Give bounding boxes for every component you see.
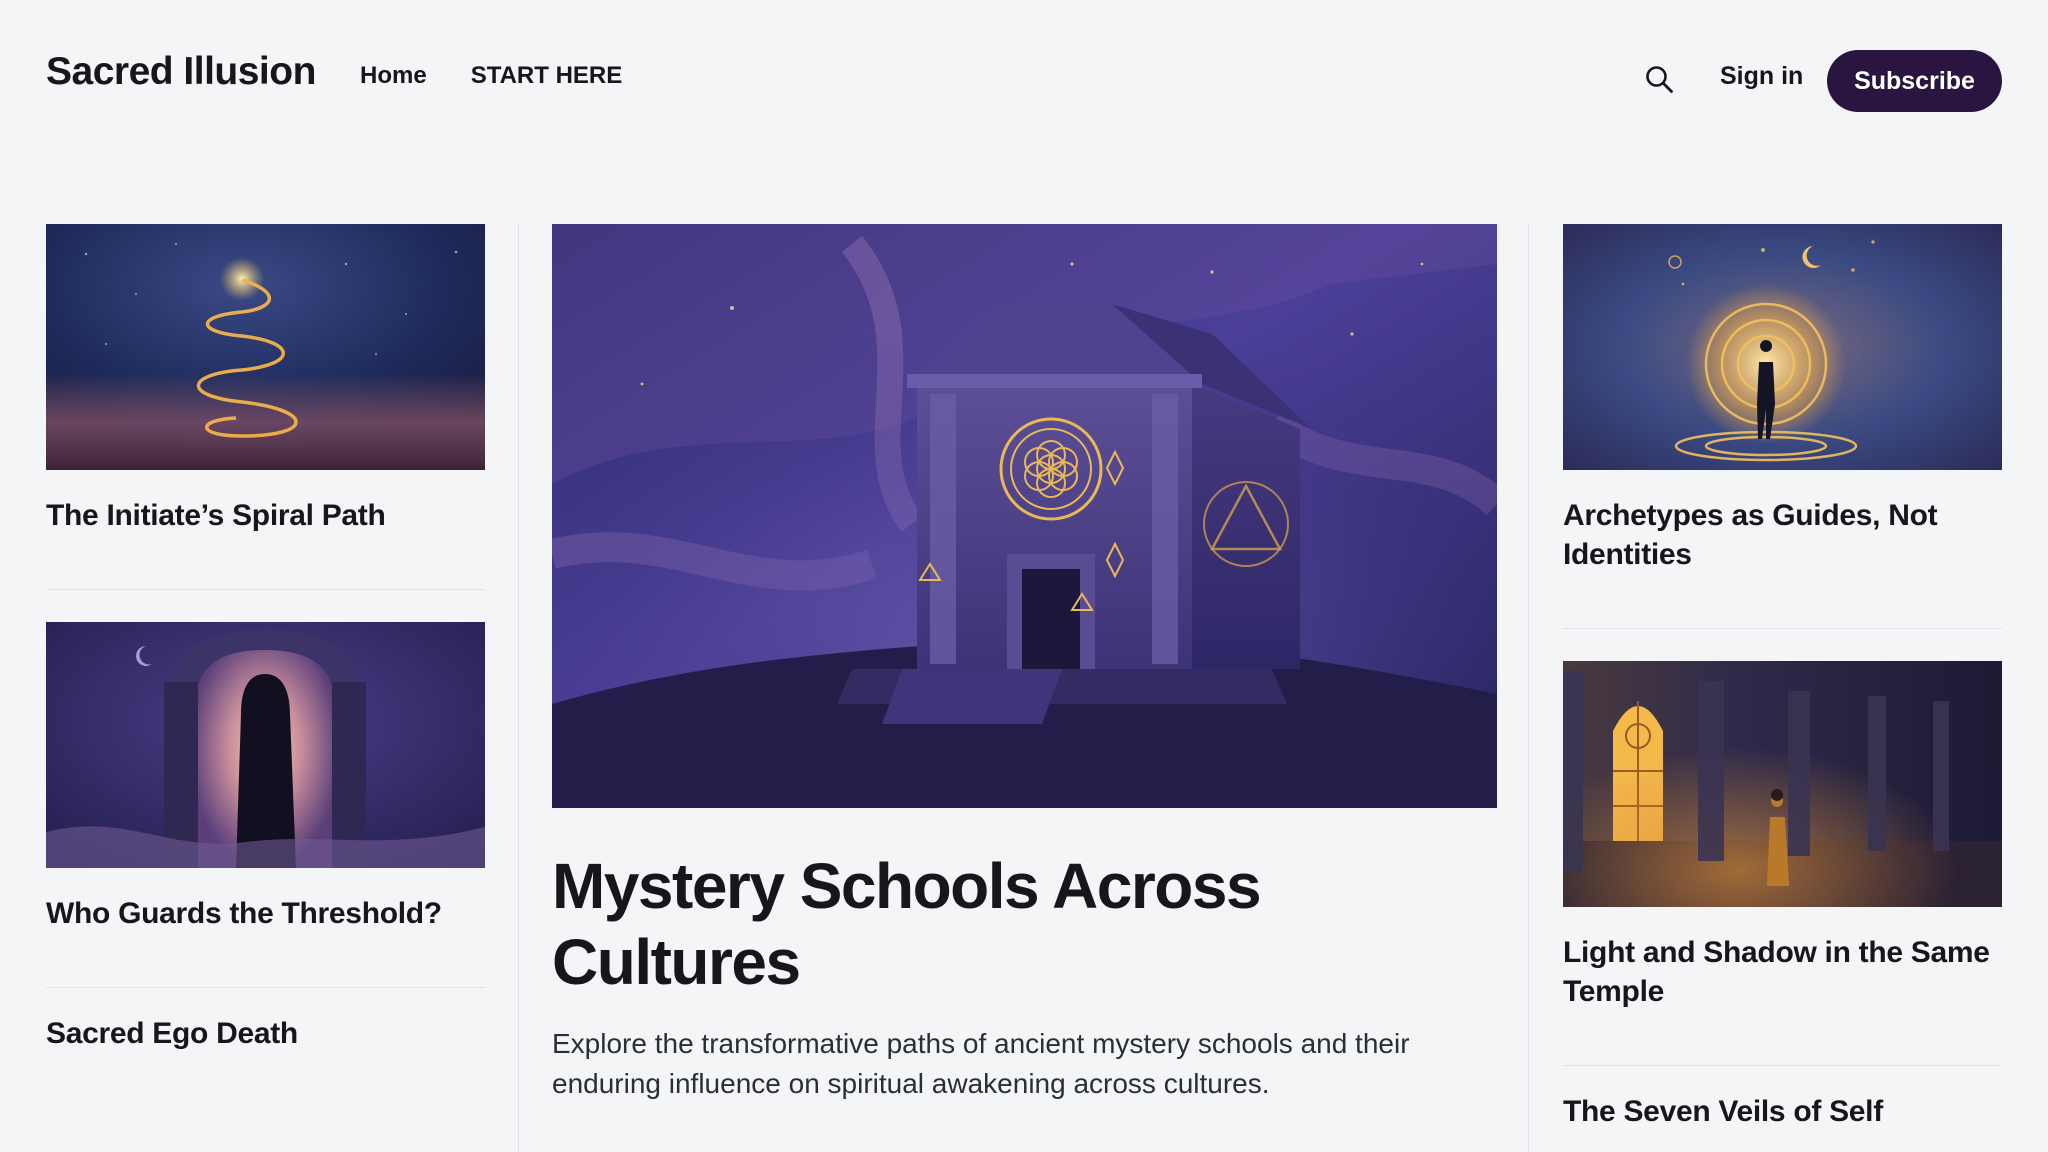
post-separator bbox=[1563, 628, 2002, 629]
post-title[interactable]: Sacred Ego Death bbox=[46, 1014, 485, 1053]
post-image-archetypes[interactable] bbox=[1563, 224, 2002, 470]
column-divider bbox=[1528, 224, 1529, 1152]
right-post-column: Archetypes as Guides, Not Identities Lig… bbox=[1563, 224, 2002, 1131]
post-image-threshold[interactable] bbox=[46, 622, 485, 868]
post-separator bbox=[46, 589, 485, 590]
post-card[interactable]: Light and Shadow in the Same Temple bbox=[1563, 661, 2002, 1011]
post-separator bbox=[46, 987, 485, 988]
column-divider bbox=[518, 224, 519, 1152]
post-separator bbox=[1563, 1065, 2002, 1066]
featured-image-temple[interactable] bbox=[552, 224, 1497, 808]
featured-title[interactable]: Mystery Schools Across Cultures bbox=[552, 848, 1497, 1000]
post-card[interactable]: Sacred Ego Death bbox=[46, 1014, 485, 1053]
nav-item-start-here[interactable]: START HERE bbox=[471, 62, 623, 90]
nav-item-home[interactable]: Home bbox=[360, 62, 427, 90]
main-nav: Home START HERE bbox=[360, 62, 622, 90]
search-icon[interactable] bbox=[1644, 64, 1674, 94]
post-title[interactable]: Archetypes as Guides, Not Identities bbox=[1563, 496, 2002, 574]
left-post-column: The Initiate’s Spiral Path Who Guards th… bbox=[46, 224, 485, 1053]
featured-post-card[interactable]: Mystery Schools Across Cultures Explore … bbox=[552, 224, 1497, 1104]
post-image-spiral[interactable] bbox=[46, 224, 485, 470]
site-header: Sacred Illusion Home START HERE Sign in … bbox=[0, 0, 2048, 160]
post-title[interactable]: Who Guards the Threshold? bbox=[46, 894, 485, 933]
post-image-light-shadow[interactable] bbox=[1563, 661, 2002, 907]
featured-post: Mystery Schools Across Cultures Explore … bbox=[552, 224, 1497, 1104]
featured-excerpt: Explore the transformative paths of anci… bbox=[552, 1028, 1410, 1099]
post-card[interactable]: Who Guards the Threshold? bbox=[46, 622, 485, 933]
post-card[interactable]: Archetypes as Guides, Not Identities bbox=[1563, 224, 2002, 574]
site-logo[interactable]: Sacred Illusion bbox=[46, 50, 316, 94]
post-title[interactable]: The Initiate’s Spiral Path bbox=[46, 496, 485, 535]
sign-in-link[interactable]: Sign in bbox=[1720, 62, 1803, 91]
post-title[interactable]: The Seven Veils of Self bbox=[1563, 1092, 2002, 1131]
post-title[interactable]: Light and Shadow in the Same Temple bbox=[1563, 933, 2002, 1011]
post-card[interactable]: The Initiate’s Spiral Path bbox=[46, 224, 485, 535]
post-card[interactable]: The Seven Veils of Self bbox=[1563, 1092, 2002, 1131]
subscribe-button[interactable]: Subscribe bbox=[1827, 50, 2002, 112]
